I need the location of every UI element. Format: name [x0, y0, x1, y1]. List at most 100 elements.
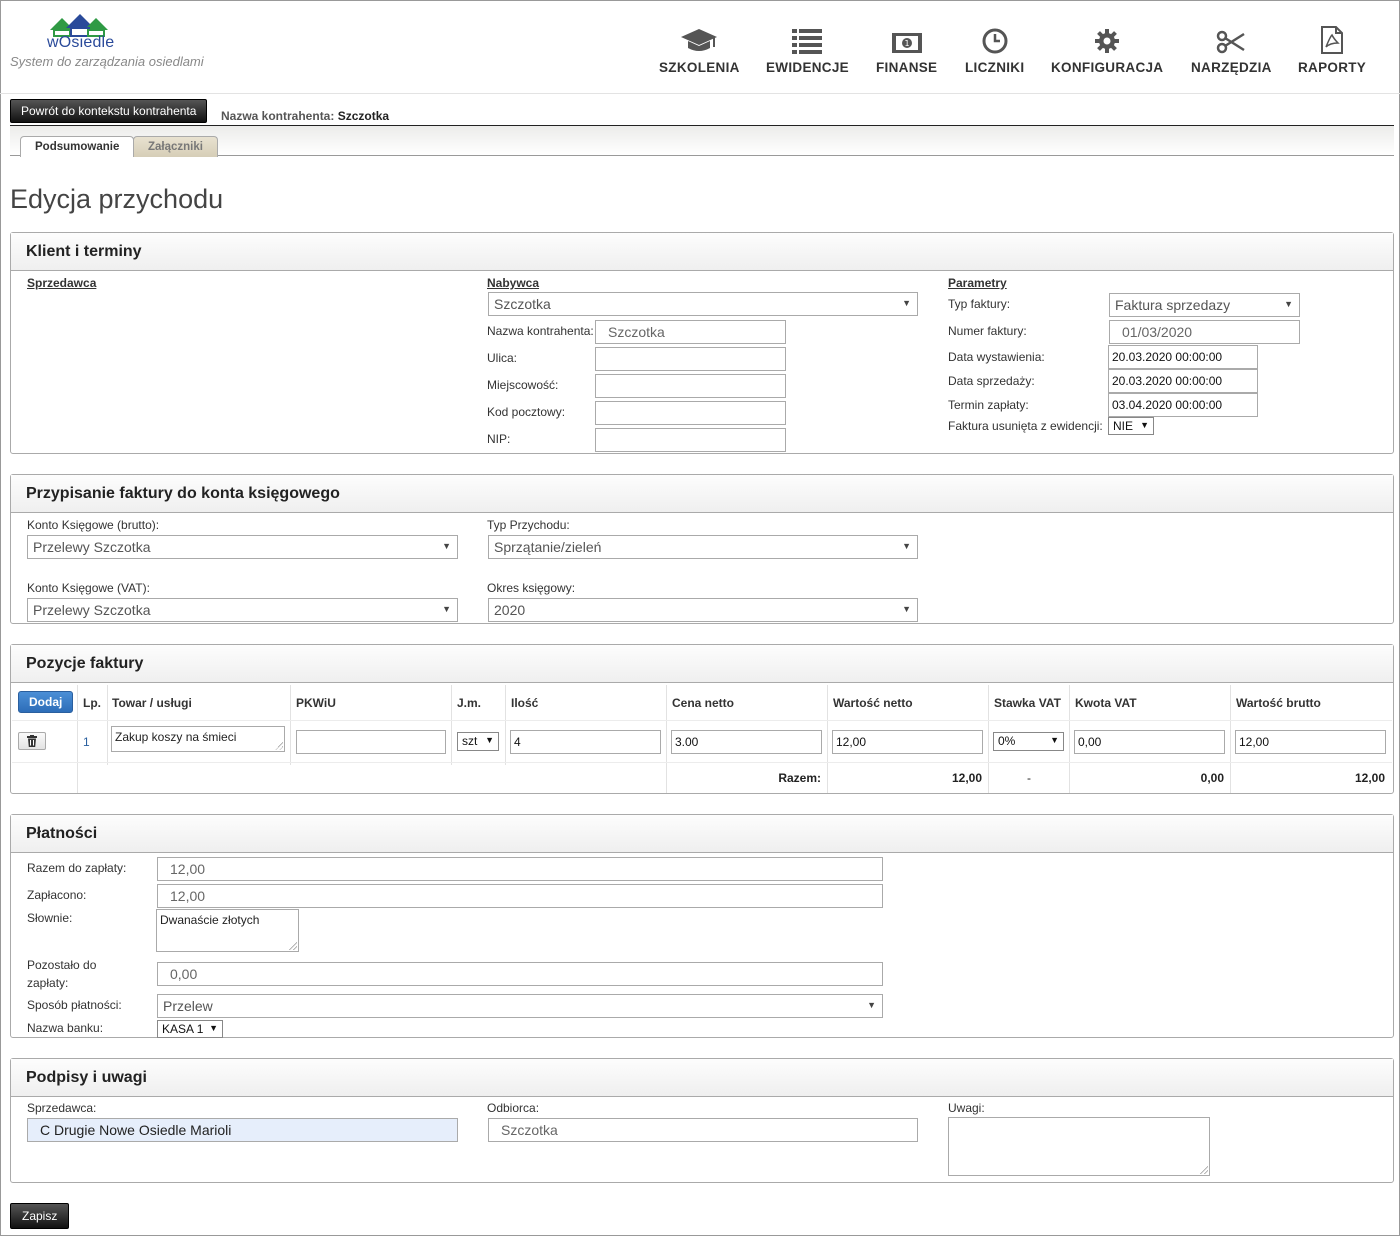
resize-grip-icon[interactable]: [1200, 1166, 1208, 1174]
svg-text:1: 1: [904, 39, 909, 48]
unit-value: szt: [462, 734, 478, 748]
paid-input[interactable]: 12,00: [157, 884, 883, 908]
add-item-button[interactable]: Dodaj: [18, 691, 74, 713]
gross-account-select[interactable]: Przelewy Szczotka ▼: [27, 535, 458, 559]
nav-label: LICZNIKI: [965, 60, 1025, 75]
invoice-number-input[interactable]: 01/03/2020: [1109, 320, 1300, 344]
vat-amount-input[interactable]: 0,00: [1074, 730, 1225, 754]
resize-grip-icon[interactable]: [275, 742, 283, 750]
tab-zalaczniki[interactable]: Załączniki: [133, 136, 218, 157]
column-header-quantity: Ilość: [511, 696, 539, 710]
bank-name-value: KASA 1: [162, 1022, 204, 1036]
nip-input[interactable]: [595, 428, 786, 452]
amount-in-words-value: Dwanaście złotych: [160, 913, 260, 927]
remaining-input[interactable]: 0,00: [157, 962, 883, 986]
chevron-down-icon: ▼: [442, 541, 451, 551]
column-header-net-price: Cena netto: [672, 696, 735, 710]
contractor-name-input[interactable]: Szczotka: [595, 320, 786, 344]
nav-label: SZKOLENIA: [659, 60, 740, 75]
nav-finanse[interactable]: 1 FINANSE: [876, 26, 937, 82]
invoice-removed-label: Faktura usunięta z ewidencji:: [948, 419, 1103, 433]
product-name-input[interactable]: Zakup koszy na śmieci: [111, 726, 285, 752]
delete-row-button[interactable]: [18, 732, 46, 750]
net-value-input[interactable]: 12,00: [832, 730, 983, 754]
due-date-input[interactable]: 03.04.2020 00:00:00: [1108, 393, 1258, 417]
list-icon: [792, 29, 823, 54]
nav-liczniki[interactable]: LICZNIKI: [965, 26, 1024, 82]
nav-konfiguracja[interactable]: KONFIGURACJA: [1051, 26, 1163, 82]
income-type-select[interactable]: Sprzątanie/zieleń ▼: [488, 535, 918, 559]
gross-account-label: Konto Księgowe (brutto):: [27, 518, 160, 532]
seller-signature-input[interactable]: C Drugie Nowe Osiedle Marioli: [27, 1118, 458, 1142]
recipient-input[interactable]: Szczotka: [488, 1118, 918, 1142]
bank-name-label: Nazwa banku:: [27, 1021, 104, 1035]
totals-label: Razem:: [778, 771, 821, 785]
invoice-number-label: Numer faktury:: [948, 324, 1027, 338]
amount-in-words-textarea[interactable]: Dwanaście złotych: [156, 909, 299, 952]
column-divider: [451, 685, 452, 765]
column-divider: [107, 685, 108, 765]
nav-label: FINANSE: [876, 60, 938, 75]
notes-label: Uwagi:: [948, 1101, 985, 1115]
trash-icon: [27, 735, 37, 747]
postal-code-input[interactable]: [595, 401, 786, 425]
contractor-context-label: Nazwa kontrahenta:: [221, 109, 335, 123]
nav-ewidencje[interactable]: EWIDENCJE: [766, 26, 849, 82]
chevron-down-icon: ▼: [902, 541, 911, 551]
nav-label: RAPORTY: [1298, 60, 1367, 75]
invoice-type-select[interactable]: Faktura sprzedazy ▼: [1109, 293, 1300, 317]
contractor-context: Nazwa kontrahenta: Szczotka: [221, 109, 389, 123]
back-to-contractor-button[interactable]: Powrót do kontekstu kontrahenta: [10, 99, 208, 123]
recipient-label: Odbiorca:: [487, 1101, 540, 1115]
issue-date-label: Data wystawienia:: [948, 350, 1045, 364]
invoice-removed-select[interactable]: NIE ▼: [1108, 417, 1154, 435]
nav-narzedzia[interactable]: NARZĘDZIA: [1191, 26, 1272, 82]
chevron-down-icon: ▼: [442, 604, 451, 614]
gross-value-input[interactable]: 12,00: [1235, 730, 1386, 754]
postal-code-label: Kod pocztowy:: [487, 405, 566, 419]
total-vat-rate: -: [1027, 771, 1031, 785]
save-button[interactable]: Zapisz: [10, 1203, 70, 1229]
section-title: Podpisy i uwagi: [11, 1059, 1393, 1097]
total-due-input[interactable]: 12,00: [157, 857, 883, 881]
payment-method-select[interactable]: Przelew ▼: [157, 994, 883, 1018]
street-input[interactable]: [595, 347, 786, 371]
remaining-label-line1: Pozostało do: [27, 958, 97, 972]
nip-label: NIP:: [487, 432, 511, 446]
accounting-period-select[interactable]: 2020 ▼: [488, 598, 918, 622]
quantity-input[interactable]: 4: [510, 730, 661, 754]
column-header-pkwiu: PKWiU: [296, 696, 336, 710]
accounting-period-label: Okres księgowy:: [487, 581, 576, 595]
accounting-period-value: 2020: [494, 602, 526, 618]
tab-podsumowanie[interactable]: Podsumowanie: [20, 136, 135, 157]
city-label: Miejscowość:: [487, 378, 559, 392]
section-title: Przypisanie faktury do konta księgowego: [11, 475, 1393, 513]
graduation-cap-icon: [681, 29, 718, 51]
income-type-value: Sprzątanie/zieleń: [494, 539, 602, 555]
vat-account-select[interactable]: Przelewy Szczotka ▼: [27, 598, 458, 622]
unit-select[interactable]: szt ▼: [457, 732, 499, 751]
sale-date-input[interactable]: 20.03.2020 00:00:00: [1108, 369, 1258, 393]
column-header-vat-rate: Stawka VAT: [994, 696, 1061, 710]
street-label: Ulica:: [487, 351, 518, 365]
scissors-icon: [1217, 30, 1246, 54]
section-title: Pozycje faktury: [11, 645, 1393, 683]
nav-label: EWIDENCJE: [766, 60, 849, 75]
bank-name-select[interactable]: KASA 1 ▼: [157, 1020, 223, 1038]
vat-rate-select[interactable]: 0% ▼: [993, 732, 1064, 751]
payments-section: Płatności Razem do zapłaty: 12,00 Zapłac…: [10, 814, 1394, 1038]
nav-szkolenia[interactable]: SZKOLENIA: [659, 26, 740, 82]
notes-textarea[interactable]: [948, 1117, 1210, 1176]
pkwiu-input[interactable]: [296, 730, 446, 754]
nav-raporty[interactable]: RAPORTY: [1298, 26, 1366, 82]
resize-grip-icon[interactable]: [289, 942, 297, 950]
net-price-input[interactable]: 3.00: [671, 730, 822, 754]
contractor-name-label: Nazwa kontrahenta:: [487, 324, 594, 338]
client-section: Klient i terminy Sprzedawca Nabywca Szcz…: [10, 232, 1394, 454]
logo-text[interactable]: wOsiedle: [47, 34, 114, 52]
payment-method-value: Przelew: [163, 998, 213, 1014]
buyer-select[interactable]: Szczotka ▼: [488, 292, 918, 316]
city-input[interactable]: [595, 374, 786, 398]
issue-date-input[interactable]: 20.03.2020 00:00:00: [1108, 345, 1258, 369]
invoice-type-value: Faktura sprzedazy: [1115, 297, 1231, 313]
